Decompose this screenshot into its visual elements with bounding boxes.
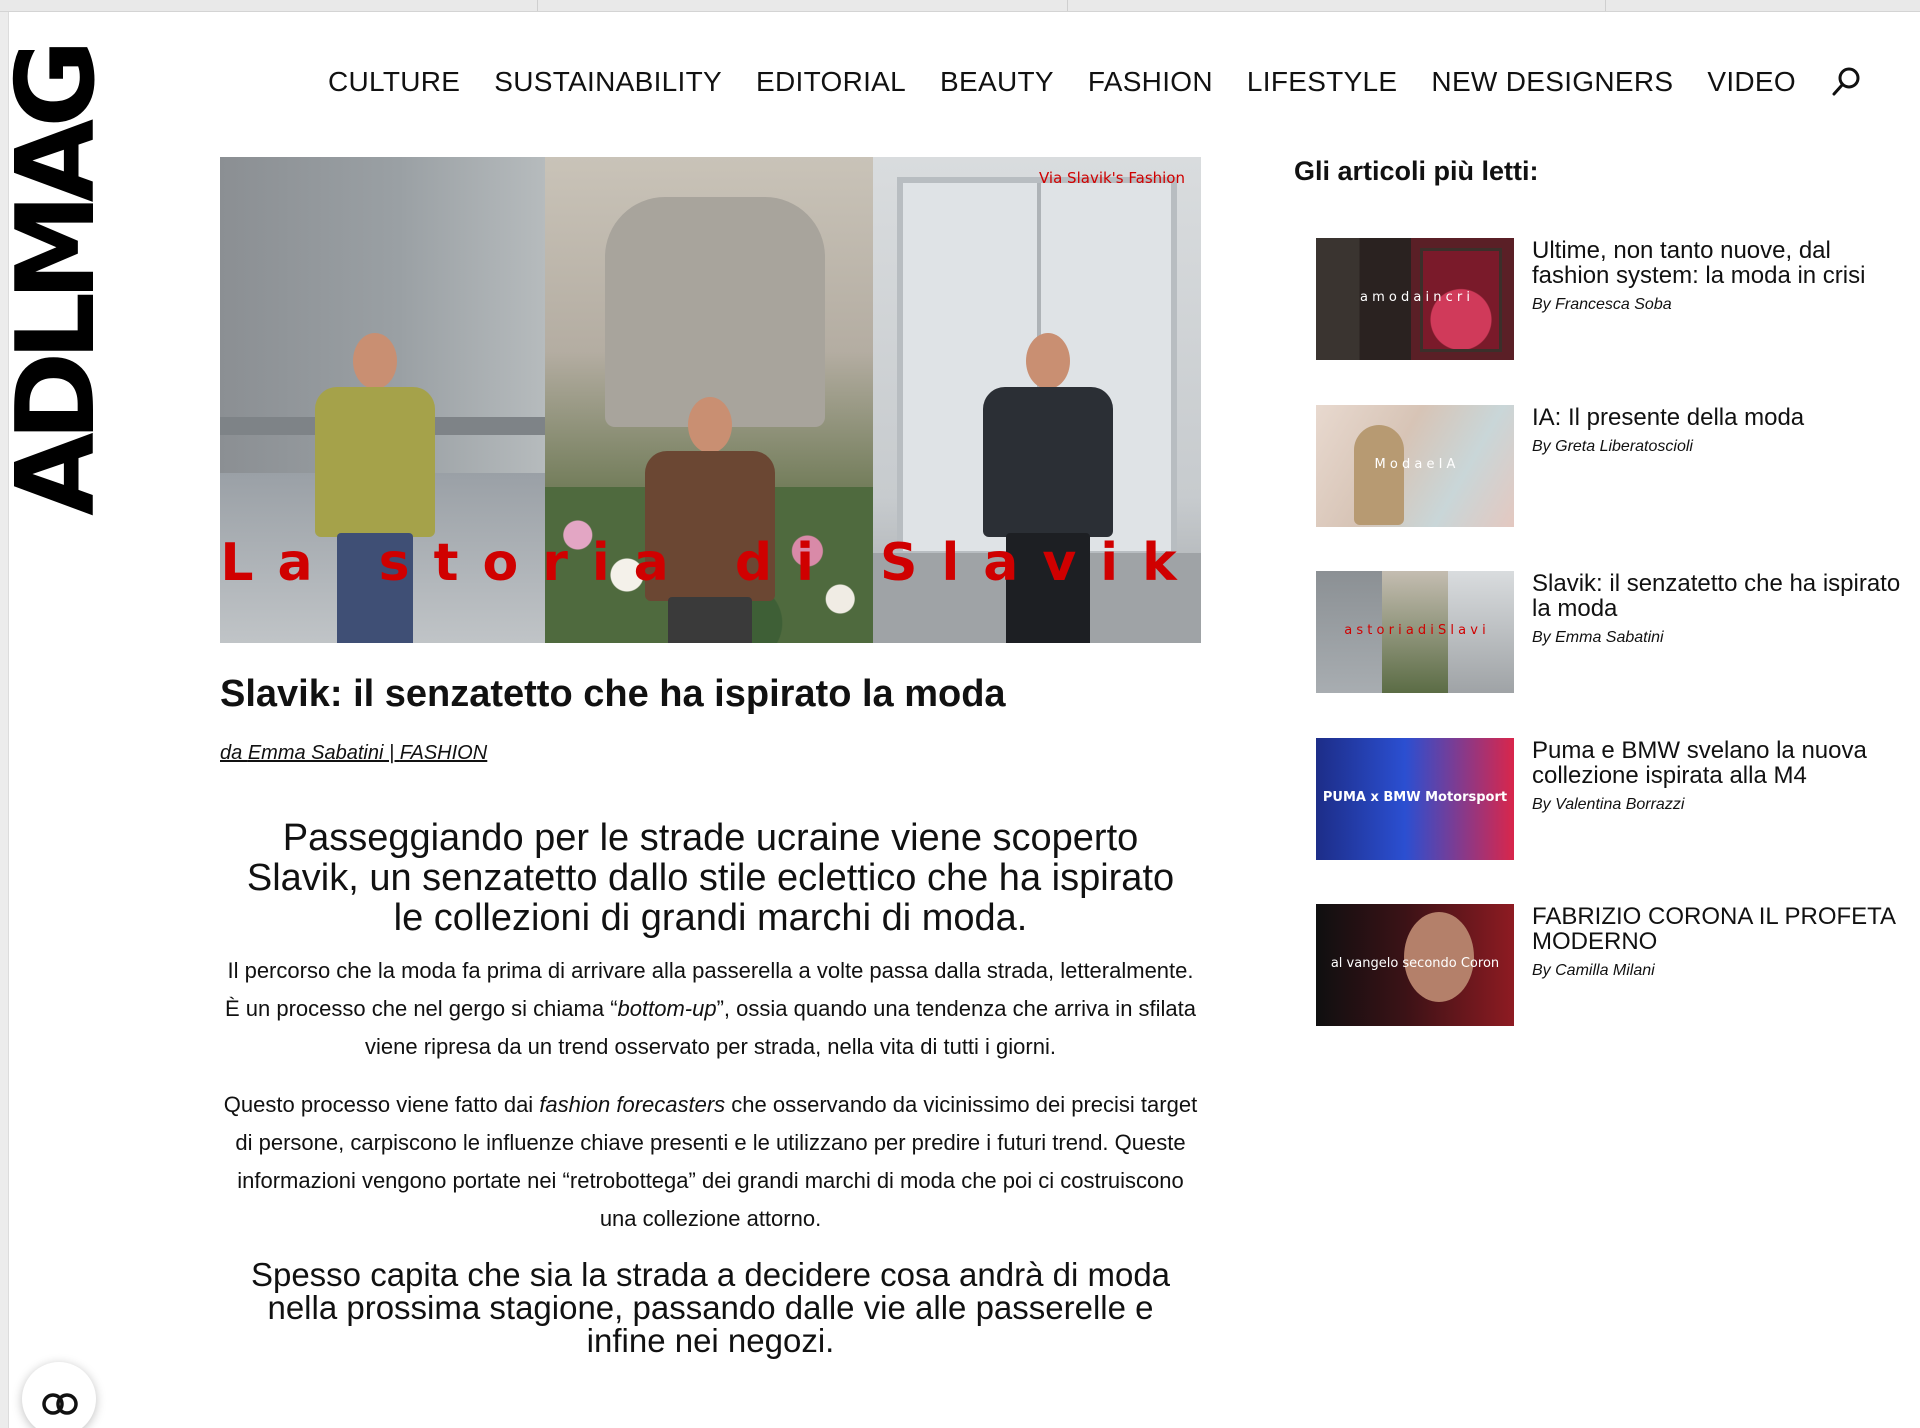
browser-tab-strip bbox=[0, 0, 1920, 12]
hero-credit: Via Slavik's Fashion bbox=[1039, 169, 1185, 187]
browser-tab[interactable] bbox=[1068, 0, 1606, 11]
sidebar-article-title[interactable]: FABRIZIO CORONA IL PROFETA MODERNO bbox=[1532, 904, 1904, 954]
article-subhead: Spesso capita che sia la strada a decide… bbox=[250, 1256, 1171, 1359]
sidebar-article-author: By Valentina Borrazzi bbox=[1532, 796, 1685, 813]
nav-item-lifestyle[interactable]: LIFESTYLE bbox=[1247, 66, 1398, 98]
article-paragraph: Il percorso che la moda fa prima di arri… bbox=[220, 952, 1201, 1066]
browser-tab[interactable] bbox=[538, 0, 1068, 11]
window-edge bbox=[0, 12, 9, 1428]
paragraph-text: Questo processo viene fatto dai bbox=[223, 1092, 540, 1117]
article-thumbnail[interactable]: a m o d a i n c r i bbox=[1316, 238, 1514, 360]
sidebar-article[interactable]: M o d a e I A IA: Il presente della moda… bbox=[1316, 405, 1906, 527]
article-body: Passeggiando per le strade ucraine viene… bbox=[220, 818, 1201, 1357]
hero-figure bbox=[983, 333, 1113, 643]
nav-item-sustainability[interactable]: SUSTAINABILITY bbox=[494, 66, 722, 98]
article-title: Slavik: il senzatetto che ha ispirato la… bbox=[220, 673, 1006, 715]
main-navigation: CULTURE SUSTAINABILITY EDITORIAL BEAUTY … bbox=[328, 62, 1864, 102]
sidebar-article[interactable]: a s t o r i a d i S l a v i Slavik: il s… bbox=[1316, 571, 1906, 693]
thumbnail-label: a s t o r i a d i S l a v i bbox=[1344, 623, 1486, 638]
nav-item-fashion[interactable]: FASHION bbox=[1088, 66, 1213, 98]
byline-prefix: da bbox=[220, 742, 248, 764]
sidebar-article-title[interactable]: Ultime, non tanto nuove, dal fashion sys… bbox=[1532, 238, 1904, 288]
article-thumbnail[interactable]: al vangelo secondo Coron bbox=[1316, 904, 1514, 1026]
chat-icon bbox=[42, 1393, 78, 1415]
category-link[interactable]: FASHION bbox=[400, 742, 487, 764]
byline-separator: | bbox=[383, 742, 400, 764]
sidebar-article[interactable]: a m o d a i n c r i Ultime, non tanto nu… bbox=[1316, 238, 1906, 360]
sidebar-article-title[interactable]: Slavik: il senzatetto che ha ispirato la… bbox=[1532, 571, 1904, 621]
sidebar-article-title[interactable]: Puma e BMW svelano la nuova collezione i… bbox=[1532, 738, 1904, 788]
site-logo[interactable]: ADLMAG bbox=[12, 28, 102, 536]
thumbnail-label: a m o d a i n c r i bbox=[1360, 290, 1470, 305]
sidebar-article[interactable]: PUMA x BMW Motorsport Puma e BMW svelano… bbox=[1316, 738, 1906, 860]
sidebar-article-title[interactable]: IA: Il presente della moda bbox=[1532, 405, 1904, 430]
sidebar-article-author: By Emma Sabatini bbox=[1532, 629, 1664, 646]
logo-text: ADLMAG bbox=[12, 48, 102, 516]
thumbnail-label: PUMA x BMW Motorsport bbox=[1322, 790, 1508, 805]
nav-item-new-designers[interactable]: NEW DESIGNERS bbox=[1431, 66, 1673, 98]
thumbnail-label: al vangelo secondo Coron bbox=[1330, 956, 1500, 971]
nav-item-editorial[interactable]: EDITORIAL bbox=[756, 66, 906, 98]
article-byline: da Emma Sabatini | FASHION bbox=[220, 742, 487, 765]
sidebar-article[interactable]: al vangelo secondo Coron FABRIZIO CORONA… bbox=[1316, 904, 1906, 1026]
article-paragraph: Questo processo viene fatto dai fashion … bbox=[220, 1086, 1201, 1238]
article-thumbnail[interactable]: a s t o r i a d i S l a v i bbox=[1316, 571, 1514, 693]
paragraph-emphasis: fashion forecasters bbox=[539, 1092, 726, 1117]
hero-figure bbox=[645, 397, 775, 643]
chat-widget-button[interactable] bbox=[22, 1362, 96, 1428]
hero-image: Via Slavik's Fashion La storia di Slavik bbox=[220, 157, 1201, 643]
thumbnail-label: M o d a e I A bbox=[1374, 457, 1456, 472]
hero-caption: La storia di Slavik bbox=[220, 533, 1201, 593]
sidebar-article-author: By Camilla Milani bbox=[1532, 962, 1655, 979]
author-link[interactable]: Emma Sabatini bbox=[248, 742, 384, 764]
article-lead: Passeggiando per le strade ucraine viene… bbox=[246, 817, 1175, 939]
nav-item-culture[interactable]: CULTURE bbox=[328, 66, 460, 98]
nav-item-beauty[interactable]: BEAUTY bbox=[940, 66, 1054, 98]
article-thumbnail[interactable]: PUMA x BMW Motorsport bbox=[1316, 738, 1514, 860]
search-icon bbox=[1832, 67, 1860, 96]
sidebar-title: Gli articoli più letti: bbox=[1294, 156, 1539, 186]
nav-item-video[interactable]: VIDEO bbox=[1707, 66, 1796, 98]
search-button[interactable] bbox=[1830, 65, 1864, 99]
sidebar-article-author: By Francesca Soba bbox=[1532, 296, 1672, 313]
browser-tab[interactable] bbox=[0, 0, 538, 11]
sidebar-article-author: By Greta Liberatoscioli bbox=[1532, 438, 1693, 455]
article-thumbnail[interactable]: M o d a e I A bbox=[1316, 405, 1514, 527]
hero-figure bbox=[315, 333, 435, 643]
paragraph-emphasis: bottom-up bbox=[617, 996, 717, 1021]
